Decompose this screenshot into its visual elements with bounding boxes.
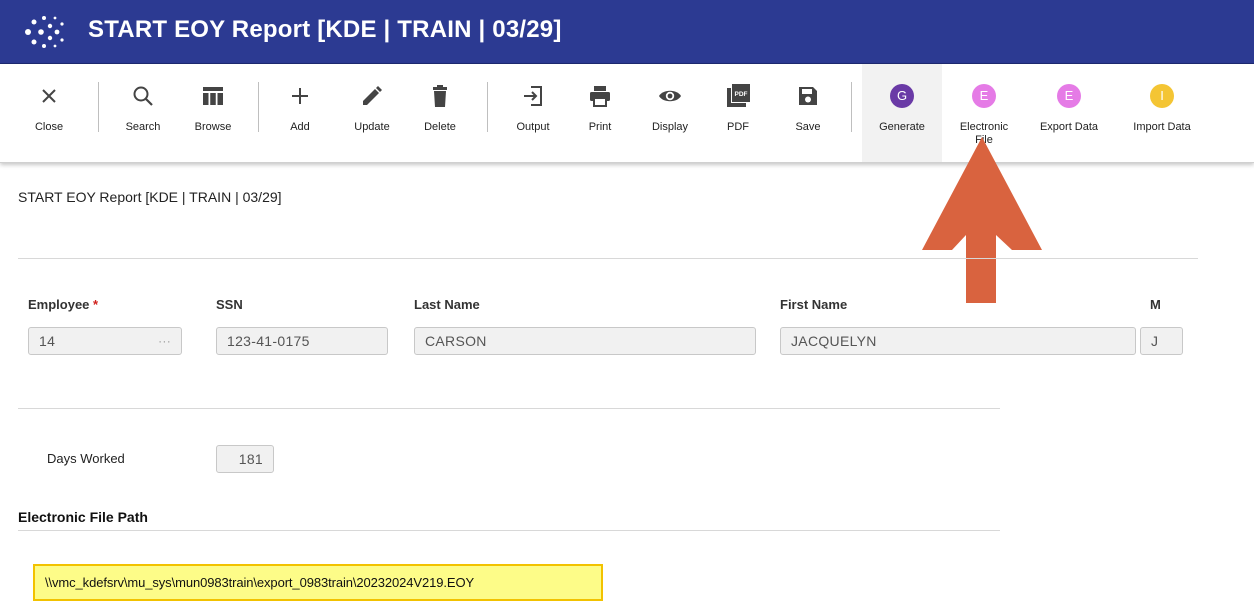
toolbar-separator [851,82,852,132]
divider [18,530,1000,531]
search-label: Search [125,121,161,133]
middle-initial-label: M [1150,297,1161,312]
export-data-label: Export Data [1039,121,1099,133]
days-worked-label: Days Worked [47,451,125,466]
delete-label: Delete [424,121,456,133]
add-label: Add [290,121,310,133]
svg-text:PDF: PDF [735,91,748,98]
close-label: Close [34,121,64,133]
middle-initial-field[interactable]: J [1140,327,1183,355]
pencil-icon [363,86,382,105]
last-name-label: Last Name [414,297,480,312]
window-title: START EOY Report [KDE | TRAIN | 03/29] [88,16,562,43]
eye-icon [659,90,681,102]
save-button[interactable]: Save [788,64,828,162]
employee-field[interactable]: 14 ··· [28,327,182,355]
pdf-label: PDF [727,121,749,133]
divider [18,408,1000,409]
output-label: Output [516,121,550,133]
ssn-label: SSN [216,297,243,312]
update-button[interactable]: Update [348,64,396,162]
required-marker: * [93,297,99,312]
plus-icon [292,88,308,104]
toolbar-separator [487,82,488,132]
letter-i-icon: I [1150,84,1174,108]
output-button[interactable]: Output [510,64,556,162]
printer-icon [590,86,610,107]
letter-g-icon: G [890,84,914,108]
display-button[interactable]: Display [646,64,694,162]
delete-button[interactable]: Delete [418,64,462,162]
toolbar-separator [258,82,259,132]
save-icon [799,87,817,105]
lookup-ellipsis-icon[interactable]: ··· [158,328,171,354]
first-name-label: First Name [780,297,848,312]
page-title: START EOY Report [KDE | TRAIN | 03/29] [18,189,282,205]
employee-label-text: Employee [28,297,90,312]
title-bar: START EOY Report [KDE | TRAIN | 03/29] [0,0,1254,64]
update-label: Update [354,121,390,133]
electronic-file-path-title: Electronic File Path [18,509,148,525]
toolbar-separator [98,82,99,132]
divider [18,258,1198,259]
annotation-arrow-icon [922,137,1042,303]
search-button[interactable]: Search [120,64,166,162]
print-label: Print [588,121,612,133]
employee-value: 14 [39,333,56,349]
trash-icon [433,85,447,107]
first-name-field[interactable]: JACQUELYN [780,327,1136,355]
save-label: Save [795,121,821,133]
print-button[interactable]: Print [580,64,620,162]
browse-icon [203,87,223,105]
letter-e-icon: E [972,84,996,108]
electronic-file-path-value: \\vmc_kdefsrv\mu_sys\mun0983train\export… [33,564,603,601]
ssn-field[interactable]: 123-41-0175 [216,327,388,355]
employee-label: Employee * [28,297,98,312]
pdf-button[interactable]: PDF PDF [720,64,756,162]
export-data-button[interactable]: E Export Data [1036,64,1102,162]
last-name-field[interactable]: CARSON [414,327,756,355]
close-icon [42,89,56,103]
close-button[interactable]: Close [28,64,70,162]
pdf-icon: PDF [727,84,750,107]
browse-label: Browse [194,121,232,133]
days-worked-field[interactable]: 181 [216,445,274,473]
add-button[interactable]: Add [284,64,316,162]
browse-button[interactable]: Browse [188,64,238,162]
toolbar: Close Search Browse Add Update Delete Ou… [0,64,1254,163]
import-data-label: Import Data [1133,121,1191,133]
output-icon [524,86,542,106]
app-logo-icon [25,16,64,48]
display-label: Display [651,121,689,133]
search-icon [133,86,153,106]
generate-label: Generate [879,121,925,133]
import-data-button[interactable]: I Import Data [1117,64,1207,162]
letter-e-icon: E [1057,84,1081,108]
